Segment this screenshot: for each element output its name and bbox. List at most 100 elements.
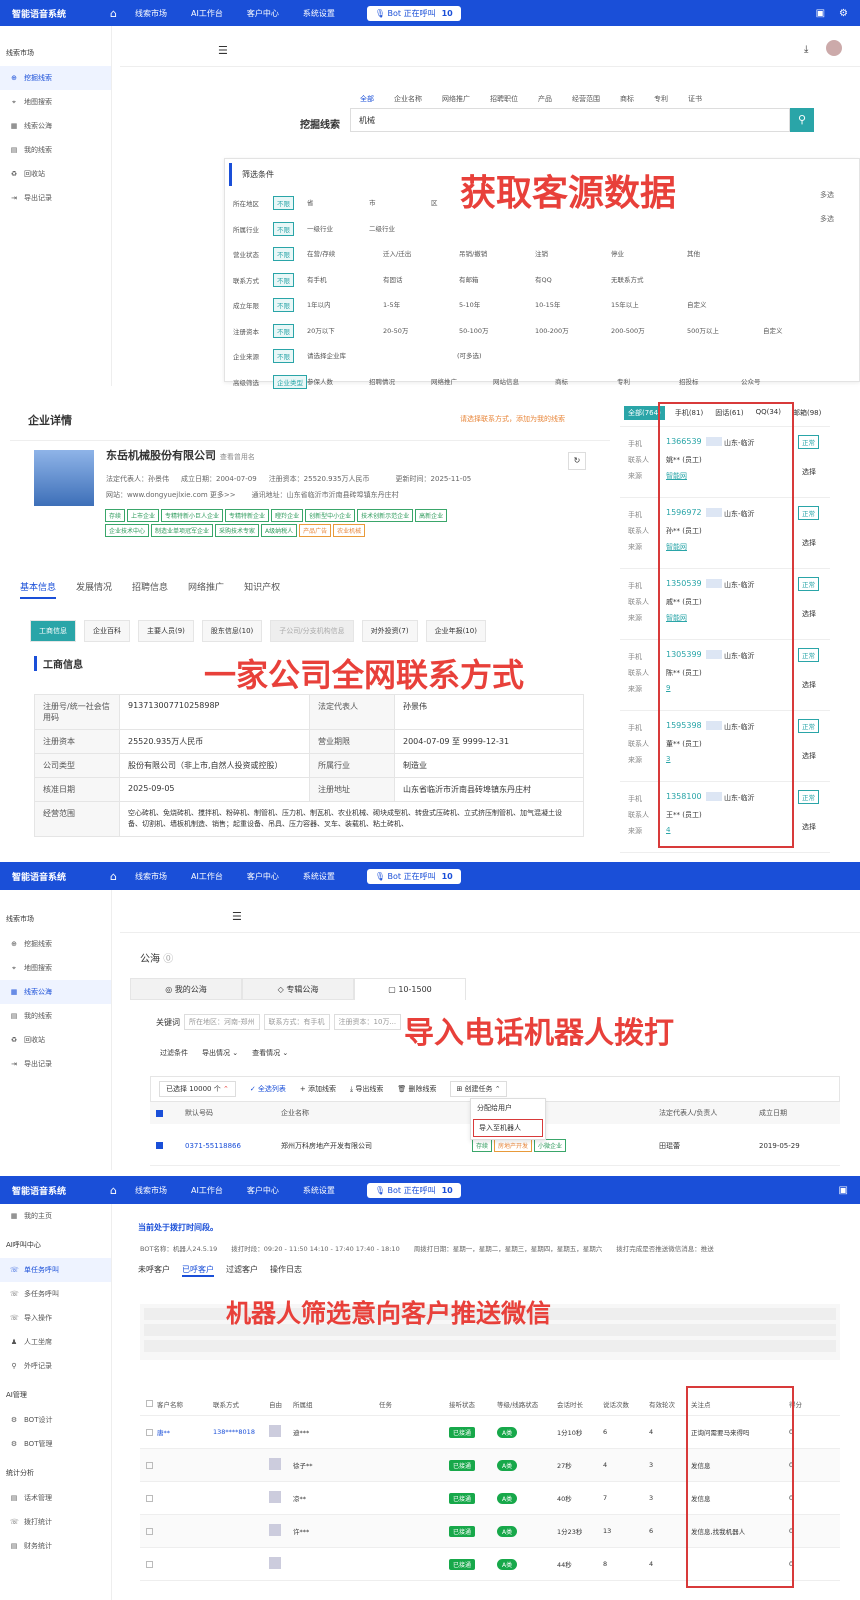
sub-tab[interactable]: 对外投资(7) <box>361 620 418 642</box>
nav-item[interactable]: 客户中心 <box>247 8 279 19</box>
sidebar-item-recycle[interactable]: ♻ 回收站 <box>0 1028 111 1052</box>
phone-link[interactable]: 0371-55118866 <box>185 1142 281 1150</box>
filter-option[interactable]: 专利 <box>617 376 630 386</box>
row-checkbox[interactable] <box>146 1494 153 1502</box>
filter-option[interactable]: 请选择企业库 <box>307 350 346 360</box>
tab[interactable]: 未呼客户 <box>138 1264 170 1277</box>
select-button[interactable]: 选择 <box>802 751 816 761</box>
bot-calling-badge[interactable]: 🎙 Bot 正在呼叫 10 <box>366 1182 461 1198</box>
tab[interactable]: 证书 <box>688 94 702 104</box>
tab[interactable]: 网络推广 <box>442 94 470 104</box>
tab[interactable]: 过滤客户 <box>226 1264 258 1277</box>
filter-option[interactable]: 公众号 <box>741 376 761 386</box>
filter-option[interactable]: 500万以上 <box>687 325 719 335</box>
sub-tab[interactable]: 子公司/分支机构信息 <box>270 620 354 642</box>
website-link[interactable]: 网站：www.dongyuejlxie.com 更多>> <box>106 490 236 500</box>
filter-option[interactable]: 省 <box>307 197 314 207</box>
tab[interactable]: 操作日志 <box>270 1264 302 1277</box>
bot-calling-badge[interactable]: 🎙 Bot 正在呼叫 10 <box>366 5 461 21</box>
sidebar-item[interactable]: ☏ 多任务呼叫 <box>0 1282 111 1306</box>
avatar[interactable] <box>826 40 842 56</box>
search-button[interactable]: ⚲ <box>790 108 814 132</box>
nav-item[interactable]: AI工作台 <box>191 871 223 882</box>
filter-option[interactable]: 企业类型 <box>273 374 307 389</box>
filter-option[interactable]: 100-200万 <box>535 325 569 335</box>
filter-dropdown[interactable]: 导出情况 ⌄ <box>202 1048 238 1058</box>
filter-dropdown[interactable]: 过滤条件 <box>160 1048 188 1058</box>
filter-option[interactable]: 参保人数 <box>307 376 333 386</box>
filter-dropdown[interactable]: 查看情况 ⌄ <box>252 1048 288 1058</box>
filter-option[interactable]: 区 <box>431 197 438 207</box>
filter-option[interactable]: 20-50万 <box>383 325 408 335</box>
filter-option[interactable]: 在营/存续 <box>307 248 335 258</box>
tab[interactable]: 知识产权 <box>244 580 280 599</box>
tab-range[interactable]: ▢ 10-1500 <box>354 978 466 1000</box>
sidebar-item-export[interactable]: ⇥ 导出记录 <box>0 1052 111 1076</box>
notification-icon[interactable]: ▣ <box>839 1185 848 1196</box>
nav-item[interactable]: 系统设置 <box>303 871 335 882</box>
sidebar-item[interactable]: ▤ 话术管理 <box>0 1486 111 1510</box>
filter-option[interactable]: 网站信息 <box>493 376 519 386</box>
row-checkbox[interactable] <box>156 1142 163 1149</box>
filter-option[interactable]: 迁入/迁出 <box>383 248 411 258</box>
filter-option[interactable]: 不限 <box>273 298 294 312</box>
filter-option[interactable]: 15年以上 <box>611 299 639 309</box>
tab[interactable]: 招聘信息 <box>132 580 168 599</box>
filter-option[interactable]: (可多选) <box>457 350 482 360</box>
contact-tab[interactable]: 邮箱(98) <box>791 406 823 420</box>
header-checkbox[interactable] <box>156 1109 163 1117</box>
tab[interactable]: 企业名称 <box>394 94 422 104</box>
filter-option[interactable]: 二级行业 <box>369 223 395 233</box>
tab[interactable]: 招聘职位 <box>490 94 518 104</box>
add-lead-button[interactable]: + 添加线索 <box>300 1084 336 1094</box>
tab-basic[interactable]: 基本信息 <box>20 580 57 599</box>
kw-tag[interactable]: 所在地区：河南-郑州 <box>184 1014 260 1030</box>
filter-option[interactable]: 注销 <box>535 248 548 258</box>
sidebar-item-recycle[interactable]: ♻ 回收站 <box>0 162 111 186</box>
collapse-icon[interactable]: ☰ <box>218 44 228 57</box>
row-checkbox[interactable] <box>146 1560 153 1568</box>
sidebar-item-mine[interactable]: ▤ 我的线索 <box>0 1004 111 1028</box>
sub-tab[interactable]: 股东信息(10) <box>201 620 263 642</box>
sub-tab[interactable]: 主要人员(9) <box>138 620 194 642</box>
filter-option[interactable]: 不限 <box>273 272 294 287</box>
nav-item[interactable]: 线索市场 <box>135 871 167 882</box>
tab-all[interactable]: 全部 <box>360 94 374 104</box>
nav-item[interactable]: AI工作台 <box>191 1185 223 1196</box>
delete-lead-button[interactable]: 🗑 删除线索 <box>397 1084 436 1094</box>
multi-select[interactable]: 多选 <box>820 214 834 224</box>
filter-option[interactable]: 有QQ <box>535 274 552 284</box>
menu-item-import-robot[interactable]: 导入至机器人 <box>473 1119 543 1137</box>
nav-item[interactable]: 系统设置 <box>303 1185 335 1196</box>
add-lead-hint[interactable]: 请选择联系方式，添加为我的线索 <box>460 414 565 424</box>
filter-option[interactable]: 一级行业 <box>307 223 333 233</box>
nav-item[interactable]: AI工作台 <box>191 8 223 19</box>
filter-option[interactable]: 不限 <box>273 196 294 210</box>
filter-option[interactable]: 自定义 <box>687 299 707 309</box>
select-all-button[interactable]: ✓ 全选列表 <box>250 1084 286 1094</box>
filter-option[interactable]: 网络推广 <box>431 376 457 386</box>
sidebar-item[interactable]: ⚲ 外呼记录 <box>0 1354 111 1378</box>
row-checkbox[interactable] <box>146 1461 153 1469</box>
sidebar-item[interactable]: ☏ 拨打统计 <box>0 1510 111 1534</box>
select-button[interactable]: 选择 <box>802 680 816 690</box>
filter-option[interactable]: 200-500万 <box>611 325 645 335</box>
settings-icon[interactable]: ⚙ <box>839 8 848 19</box>
tab-called[interactable]: 已呼客户 <box>182 1264 214 1277</box>
sidebar-item-map[interactable]: ⌖ 地图搜索 <box>0 90 111 114</box>
filter-option[interactable]: 不限 <box>273 247 294 261</box>
tab[interactable]: 产品 <box>538 94 552 104</box>
row-checkbox[interactable] <box>146 1428 153 1436</box>
filter-option[interactable]: 其他 <box>687 248 700 258</box>
kw-tag[interactable]: 注册资本：10万... <box>333 1014 402 1030</box>
sidebar-item-dig[interactable]: ⊕ 挖掘线索 <box>0 66 111 90</box>
tab[interactable]: 经营范围 <box>572 94 600 104</box>
bot-calling-badge[interactable]: 🎙 Bot 正在呼叫 10 <box>366 868 461 884</box>
export-lead-button[interactable]: ⤓ 导出线索 <box>350 1084 383 1094</box>
select-button[interactable]: 选择 <box>802 467 816 477</box>
nav-item[interactable]: 线索市场 <box>135 8 167 19</box>
sidebar-item-dig[interactable]: ⊕ 挖掘线索 <box>0 932 111 956</box>
sidebar-item-export[interactable]: ⇥ 导出记录 <box>0 186 111 210</box>
select-button[interactable]: 选择 <box>802 538 816 548</box>
filter-option[interactable]: 1-5年 <box>383 299 400 309</box>
